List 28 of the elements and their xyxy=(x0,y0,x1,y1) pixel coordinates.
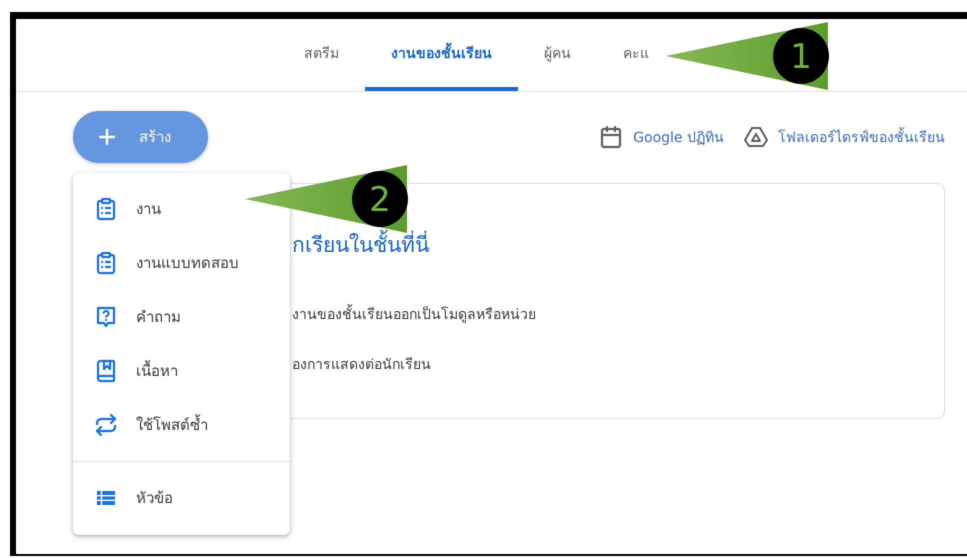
card-text: งานของชั้นเรียนออกเป็นโมดูลหรือหน่วย xyxy=(292,303,924,325)
menu-item-label: คำถาม xyxy=(136,307,181,328)
tab[interactable]: ผู้คน xyxy=(518,19,597,91)
menu-item-label: งานแบบทดสอบ xyxy=(136,253,239,274)
repeat-icon xyxy=(94,413,118,437)
link-label: Google ปฏิทิน xyxy=(633,129,724,148)
drive-icon xyxy=(744,126,768,148)
menu-item-label: งาน xyxy=(136,199,161,220)
clipboard-icon xyxy=(94,251,118,275)
calendar-icon xyxy=(599,125,624,149)
tab[interactable]: งานของชั้นเรียน xyxy=(365,19,518,91)
menu-item-label: หัวข้อ xyxy=(136,488,173,509)
menu-item[interactable]: งานแบบทดสอบ xyxy=(73,236,290,290)
menu-item[interactable]: เนื้อหา xyxy=(73,344,290,398)
menu-item-label: เนื้อหา xyxy=(136,359,178,382)
link-label: โฟลเดอร์ไดรฟ์ของชั้นเรียน xyxy=(778,126,945,148)
menu-item[interactable]: ใช้โพสต์ซ้ำ xyxy=(73,398,290,452)
question-icon xyxy=(94,305,118,329)
menu-item[interactable]: คำถาม xyxy=(73,290,290,344)
menu-item-label: ใช้โพสต์ซ้ำ xyxy=(136,413,208,436)
clipboard-icon xyxy=(94,197,118,221)
callout-arrow: 1 xyxy=(666,22,828,90)
header-link[interactable]: Google ปฏิทิน xyxy=(599,125,724,149)
bookmark-icon xyxy=(94,359,118,383)
menu-item[interactable]: หัวข้อ xyxy=(73,471,290,525)
card-text: องการแสดงต่อนักเรียน xyxy=(292,356,432,375)
header-link[interactable]: โฟลเดอร์ไดรฟ์ของชั้นเรียน xyxy=(744,126,945,148)
tab[interactable]: สตรีม xyxy=(278,19,365,91)
